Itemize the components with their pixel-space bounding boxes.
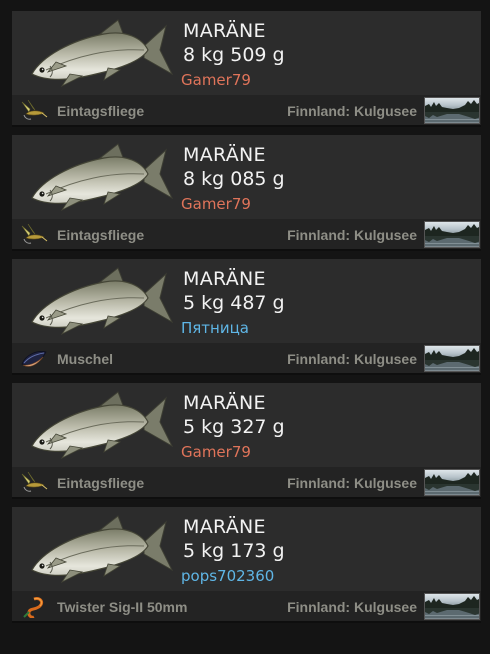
whitefish-icon — [26, 512, 176, 584]
bait-name: Twister Sig-II 50mm — [57, 599, 188, 615]
catch-summary: MARÄNE 5 kg 173 g pops702360 — [12, 507, 481, 590]
fish-weight: 8 kg 509 g — [183, 44, 285, 66]
catch-summary: MARÄNE 8 kg 085 g Gamer79 — [12, 135, 481, 218]
location-name: Finnland: Kulgusee — [287, 351, 417, 367]
whitefish-icon — [26, 16, 176, 88]
catch-card[interactable]: MARÄNE 5 kg 327 g Gamer79 Eintagsfliege … — [12, 383, 481, 499]
bait-name: Eintagsfliege — [57, 227, 145, 243]
mayfly-lure-icon — [20, 224, 48, 246]
fish-weight: 8 kg 085 g — [183, 168, 285, 190]
location-name: Finnland: Kulgusee — [287, 475, 417, 491]
lake-thumbnail — [424, 97, 480, 124]
lake-thumbnail — [424, 221, 480, 248]
fish-weight: 5 kg 487 g — [183, 292, 285, 314]
catch-card[interactable]: MARÄNE 8 kg 509 g Gamer79 Eintagsfliege … — [12, 11, 481, 127]
player-name[interactable]: Gamer79 — [181, 443, 251, 461]
catch-footer: Eintagsfliege Finnland: Kulgusee — [12, 219, 481, 251]
mayfly-lure-icon — [20, 472, 48, 494]
player-name[interactable]: Gamer79 — [181, 195, 251, 213]
whitefish-icon — [26, 140, 176, 212]
whitefish-icon — [26, 264, 176, 336]
lake-thumbnail — [424, 469, 480, 496]
catch-footer: Muschel Finnland: Kulgusee — [12, 343, 481, 375]
catch-summary: MARÄNE 5 kg 487 g Пятница — [12, 259, 481, 342]
player-name[interactable]: Gamer79 — [181, 71, 251, 89]
fish-name: MARÄNE — [183, 392, 266, 414]
player-name[interactable]: pops702360 — [181, 567, 274, 585]
bait-name: Eintagsfliege — [57, 103, 145, 119]
location-name: Finnland: Kulgusee — [287, 103, 417, 119]
lake-thumbnail — [424, 345, 480, 372]
whitefish-icon — [26, 388, 176, 460]
fish-weight: 5 kg 327 g — [183, 416, 285, 438]
catch-footer: Twister Sig-II 50mm Finnland: Kulgusee — [12, 591, 481, 623]
fish-weight: 5 kg 173 g — [183, 540, 285, 562]
location-name: Finnland: Kulgusee — [287, 599, 417, 615]
fish-name: MARÄNE — [183, 20, 266, 42]
fish-name: MARÄNE — [183, 268, 266, 290]
catch-footer: Eintagsfliege Finnland: Kulgusee — [12, 95, 481, 127]
catch-footer: Eintagsfliege Finnland: Kulgusee — [12, 467, 481, 499]
mayfly-lure-icon — [20, 100, 48, 122]
fish-name: MARÄNE — [183, 516, 266, 538]
catch-card[interactable]: MARÄNE 5 kg 173 g pops702360 Twister Sig… — [12, 507, 481, 623]
lake-thumbnail — [424, 593, 480, 620]
bait-name: Muschel — [57, 351, 114, 367]
player-name[interactable]: Пятница — [181, 319, 249, 337]
twister-lure-icon — [20, 596, 48, 618]
catch-summary: MARÄNE 5 kg 327 g Gamer79 — [12, 383, 481, 466]
fish-name: MARÄNE — [183, 144, 266, 166]
mussel-bait-icon — [20, 348, 48, 370]
catch-summary: MARÄNE 8 kg 509 g Gamer79 — [12, 11, 481, 94]
location-name: Finnland: Kulgusee — [287, 227, 417, 243]
bait-name: Eintagsfliege — [57, 475, 145, 491]
catch-card[interactable]: MARÄNE 5 kg 487 g Пятница Muschel Finnla… — [12, 259, 481, 375]
catch-card[interactable]: MARÄNE 8 kg 085 g Gamer79 Eintagsfliege … — [12, 135, 481, 251]
